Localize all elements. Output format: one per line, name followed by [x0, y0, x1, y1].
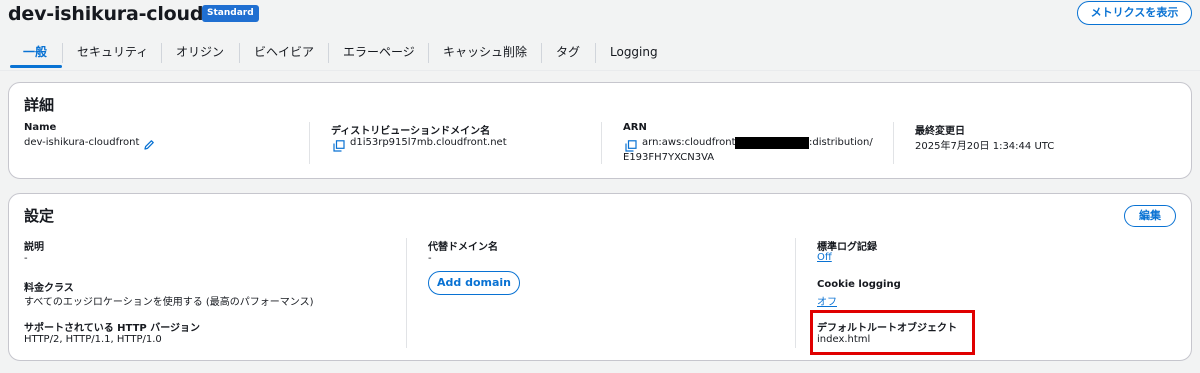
name-label: Name — [24, 122, 57, 133]
tab-error-pages[interactable]: エラーページ — [343, 38, 415, 68]
copy-icon[interactable] — [333, 137, 345, 156]
view-metrics-button[interactable]: メトリクスを表示 — [1077, 1, 1192, 25]
tabs-divider — [0, 70, 1200, 71]
description-label: 説明 — [24, 242, 44, 253]
active-tab-indicator — [10, 65, 62, 68]
column-divider — [309, 122, 310, 164]
tab-invalidations[interactable]: キャッシュ削除 — [443, 38, 527, 68]
column-divider — [601, 122, 602, 164]
domain-label: ディストリビューションドメイン名 — [331, 126, 491, 137]
tab-separator — [428, 43, 429, 63]
settings-title: 設定 — [24, 207, 55, 225]
standard-logging-link[interactable]: Off — [817, 252, 832, 263]
cookie-logging-link[interactable]: オフ — [817, 293, 837, 308]
price-class-value: すべてのエッジロケーションを使用する (最高のパフォーマンス) — [24, 297, 314, 308]
details-title: 詳細 — [24, 96, 55, 114]
last-modified-label: 最終変更日 — [915, 126, 965, 137]
last-modified-value: 2025年7月20日 1:34:44 UTC — [915, 141, 1055, 152]
arn-label: ARN — [623, 122, 647, 133]
tab-separator — [328, 43, 329, 63]
page-header: dev-ishikura-cloudfront Standard メトリクスを表… — [0, 0, 1200, 34]
domain-value: d1i53rp915l7mb.cloudfront.net — [350, 137, 507, 148]
annotation-highlight-box — [810, 310, 975, 355]
http-versions-value: HTTP/2, HTTP/1.1, HTTP/1.0 — [24, 334, 162, 345]
alternate-domain-label: 代替ドメイン名 — [428, 242, 498, 253]
description-value: - — [24, 253, 28, 264]
tab-behaviors[interactable]: ビヘイビア — [254, 38, 314, 68]
name-value: dev-ishikura-cloudfront — [24, 137, 140, 148]
tab-origins[interactable]: オリジン — [176, 38, 224, 68]
arn-prefix: arn:aws:cloudfront:: — [642, 137, 743, 148]
settings-panel: 設定 編集 説明 - 料金クラス すべてのエッジロケーションを使用する (最高の… — [8, 193, 1192, 361]
standard-logging-label: 標準ログ記録 — [817, 242, 877, 253]
tab-separator — [161, 43, 162, 63]
tab-separator — [541, 43, 542, 63]
tab-separator — [239, 43, 240, 63]
tab-tags[interactable]: タグ — [556, 38, 580, 68]
column-divider — [406, 238, 407, 348]
add-domain-button[interactable]: Add domain — [428, 271, 520, 295]
alternate-domain-value: - — [428, 253, 432, 264]
column-divider — [795, 238, 796, 348]
tier-badge: Standard — [202, 5, 259, 22]
http-versions-label: サポートされている HTTP バージョン — [24, 323, 201, 334]
edit-pencil-icon[interactable] — [143, 136, 155, 155]
arn-suffix: :distribution/ — [809, 137, 873, 148]
redacted-account-id — [735, 137, 809, 149]
tab-security[interactable]: セキュリティ — [77, 38, 148, 68]
tab-separator — [62, 43, 63, 63]
tab-separator — [595, 43, 596, 63]
column-divider — [893, 122, 894, 164]
edit-button[interactable]: 編集 — [1124, 205, 1176, 227]
tab-general[interactable]: 一般 — [23, 38, 47, 68]
tab-logging[interactable]: Logging — [610, 38, 658, 68]
cookie-logging-label: Cookie logging — [817, 279, 901, 290]
price-class-label: 料金クラス — [24, 283, 74, 294]
details-panel: 詳細 Name dev-ishikura-cloudfront ディストリビュー… — [8, 82, 1192, 179]
arn-line2: E193FH7YXCN3VA — [623, 152, 715, 163]
